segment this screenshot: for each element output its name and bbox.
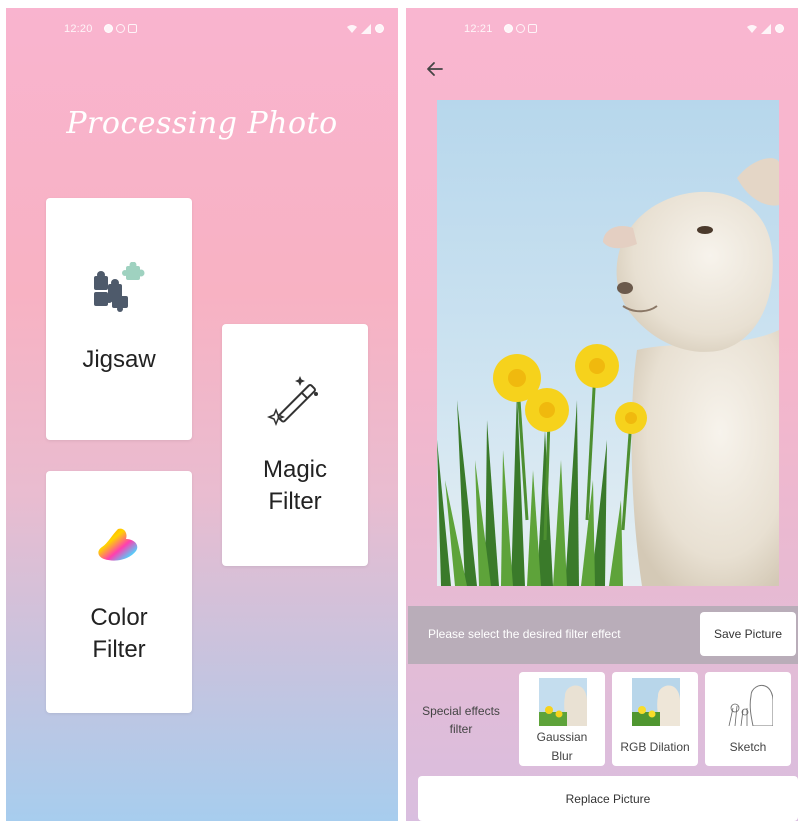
magic-filter-card[interactable]: Magic Filter <box>222 324 368 566</box>
signal-icon <box>361 24 371 34</box>
wifi-icon <box>747 24 757 33</box>
sketch-thumbnail <box>725 678 773 726</box>
notification-icon <box>104 24 113 33</box>
image-icon <box>528 24 537 33</box>
status-system-icons <box>747 22 784 34</box>
sketch-option[interactable]: Sketch <box>705 672 791 766</box>
processing-photo-screen: 12:20 Processing Photo Jigsaw Color Filt… <box>6 8 398 821</box>
status-notification-icons <box>104 22 137 33</box>
rgb-dilation-thumbnail <box>632 678 680 726</box>
puzzle-icon <box>94 262 145 312</box>
replace-picture-button[interactable]: Replace Picture <box>418 776 798 821</box>
back-arrow-icon[interactable] <box>424 58 446 80</box>
filter-prompt: Please select the desired filter effect <box>428 627 621 641</box>
notification-icon <box>504 24 513 33</box>
status-system-icons <box>347 22 384 34</box>
gaussian-blur-label-line1: Gaussian <box>536 730 588 744</box>
color-filter-label-line2: Filter <box>92 636 146 663</box>
page-title: Processing Photo <box>66 106 338 141</box>
rgb-dilation-label: RGB Dilation <box>620 740 690 754</box>
wifi-icon <box>347 24 357 33</box>
gaussian-blur-label-line2: Blur <box>551 749 573 763</box>
photo-preview <box>437 100 779 586</box>
status-bar: 12:21 <box>406 22 798 38</box>
magic-wand-icon <box>266 376 318 427</box>
sync-icon <box>116 24 125 33</box>
photo-filter-screen: 12:21 Please select the desired filter e… <box>406 8 798 821</box>
gaussian-blur-option[interactable]: Gaussian Blur <box>519 672 605 766</box>
status-time: 12:21 <box>464 23 493 35</box>
magic-filter-label-line1: Magic <box>262 456 328 483</box>
magic-filter-label-line2: Filter <box>268 488 322 515</box>
battery-icon <box>775 24 784 33</box>
special-effects-label-line1: Special effects <box>422 704 500 718</box>
rgb-dilation-option[interactable]: RGB Dilation <box>612 672 698 766</box>
image-icon <box>128 24 137 33</box>
color-blob-icon <box>98 528 138 561</box>
gaussian-blur-thumbnail <box>539 678 587 726</box>
signal-icon <box>761 24 771 34</box>
special-effects-label-line2: filter <box>449 722 473 736</box>
lamb-photo-image <box>437 100 779 586</box>
sketch-label: Sketch <box>729 740 767 754</box>
special-effects-label: Special effects filter <box>406 702 516 738</box>
color-filter-label-line1: Color <box>90 604 148 631</box>
jigsaw-card[interactable]: Jigsaw <box>46 198 192 440</box>
status-bar: 12:20 <box>6 22 398 38</box>
status-notification-icons <box>504 22 537 33</box>
sync-icon <box>516 24 525 33</box>
color-filter-card[interactable]: Color Filter <box>46 471 192 713</box>
save-picture-button[interactable]: Save Picture <box>700 612 796 656</box>
battery-icon <box>375 24 384 33</box>
status-time: 12:20 <box>64 23 93 35</box>
filter-bar: Please select the desired filter effect … <box>408 606 798 664</box>
jigsaw-label: Jigsaw <box>82 346 156 373</box>
